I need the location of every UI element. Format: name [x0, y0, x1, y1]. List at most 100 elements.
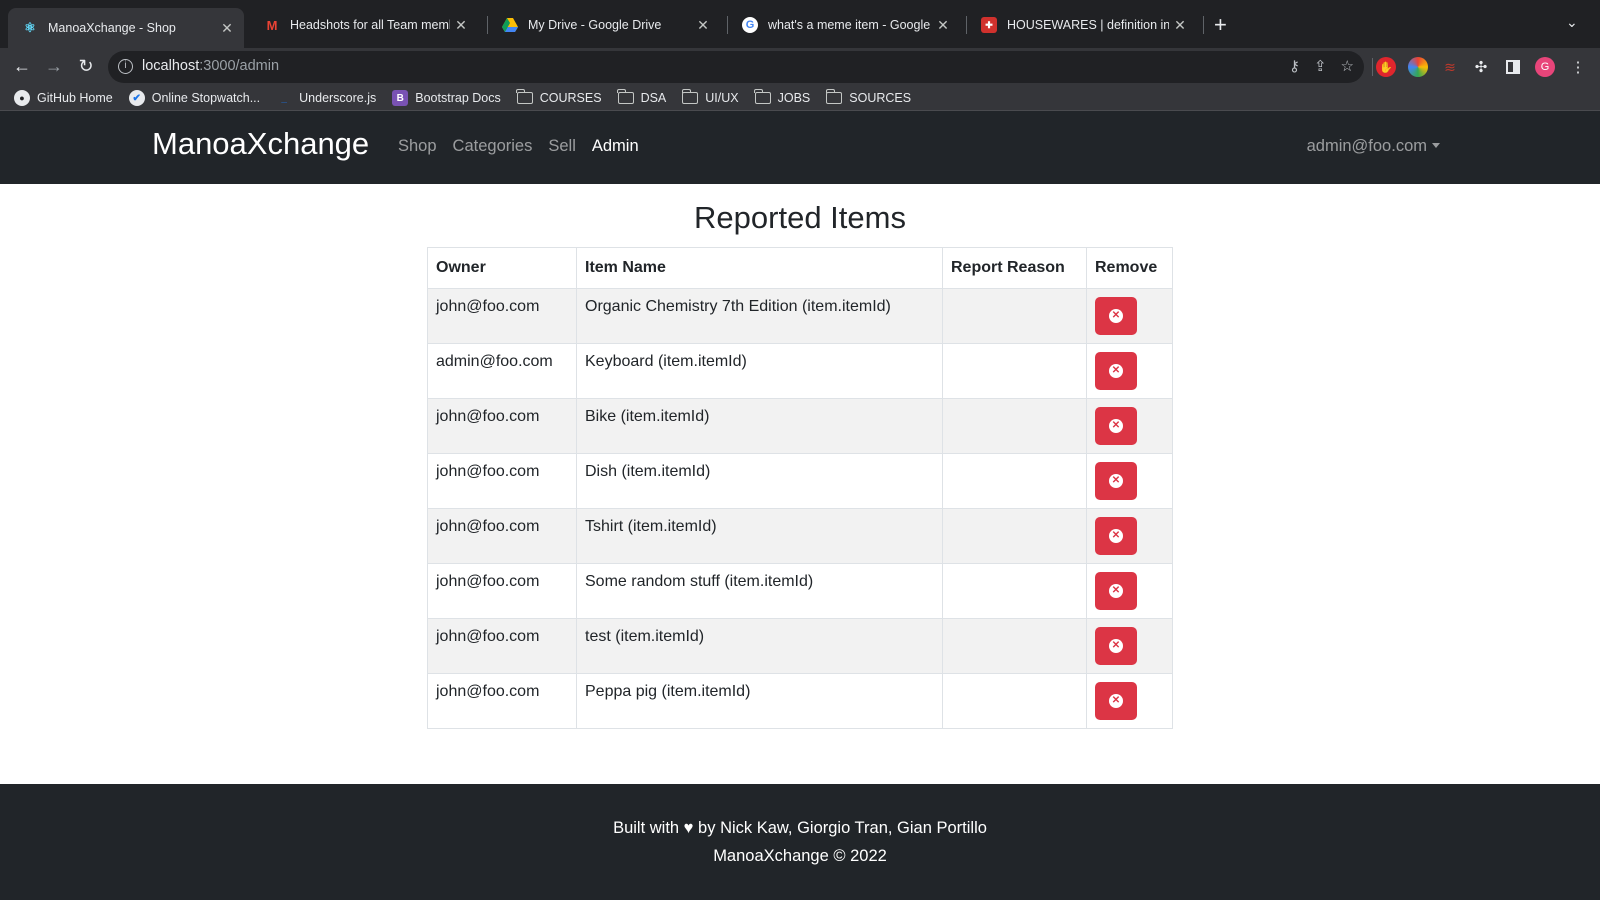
remove-item-button[interactable]: ✕ — [1095, 407, 1137, 445]
x-circle-icon: ✕ — [1109, 529, 1123, 543]
bookmark-folder-jobs[interactable]: JOBS — [754, 89, 811, 105]
bookmark-online-stopwatch[interactable]: ✔ Online Stopwatch... — [128, 90, 261, 106]
react-icon: ⚛ — [24, 20, 36, 35]
site-navbar: ManoaXchange Shop Categories Sell Admin … — [0, 111, 1600, 184]
bookmarks-bar: ● GitHub Home ✔ Online Stopwatch... _ Un… — [0, 86, 1600, 111]
bookmark-bootstrap-docs[interactable]: B Bootstrap Docs — [392, 90, 501, 106]
underscore-icon: _ — [281, 92, 287, 104]
table-row: john@foo.com Bike (item.itemId) ✕ — [427, 398, 1173, 454]
profile-avatar[interactable]: G — [1535, 57, 1555, 77]
brand-logo[interactable]: ManoaXchange — [152, 126, 369, 162]
owner-cell: john@foo.com — [427, 618, 577, 674]
browser-tab-0[interactable]: ⚛ ManoaXchange - Shop ✕ — [8, 8, 244, 48]
nav-link-categories[interactable]: Categories — [453, 137, 533, 156]
browser-toolbar: ← → ↻ i localhost:3000/admin ⚷ ⇪ ☆ ✋ ≋ ✣… — [0, 48, 1600, 86]
item-name-cell: Some random stuff (item.itemId) — [576, 563, 943, 619]
item-name-cell: Keyboard (item.itemId) — [576, 343, 943, 399]
pinned-extension-icon[interactable]: ≋ — [1440, 57, 1460, 77]
adblock-extension-icon[interactable]: ✋ — [1376, 57, 1396, 77]
back-arrow-icon[interactable]: ← — [11, 56, 33, 77]
browser-tab-3[interactable]: G what's a meme item - Google S ✕ — [728, 8, 960, 42]
caret-down-icon — [1432, 143, 1440, 148]
bookmark-star-icon[interactable]: ☆ — [1341, 57, 1354, 75]
user-email: admin@foo.com — [1306, 137, 1427, 155]
remove-cell: ✕ — [1086, 508, 1173, 564]
url-text[interactable]: localhost:3000/admin — [142, 58, 279, 74]
close-tab-icon[interactable]: ✕ — [1169, 17, 1191, 34]
nav-link-sell[interactable]: Sell — [548, 137, 576, 156]
forward-arrow-icon[interactable]: → — [43, 56, 65, 77]
bookmark-folder-dsa[interactable]: DSA — [617, 89, 667, 105]
reported-items-table: Owner Item Name Report Reason Remove joh… — [427, 247, 1173, 729]
bookmark-label: GitHub Home — [37, 91, 113, 105]
bookmark-label: JOBS — [777, 91, 811, 105]
extensions-puzzle-icon[interactable]: ✣ — [1471, 57, 1491, 77]
remove-item-button[interactable]: ✕ — [1095, 627, 1137, 665]
remove-item-button[interactable]: ✕ — [1095, 572, 1137, 610]
tab-title: ManoaXchange - Shop — [48, 21, 176, 35]
report-reason-cell — [942, 343, 1087, 399]
remove-item-button[interactable]: ✕ — [1095, 352, 1137, 390]
column-header-item-name: Item Name — [576, 247, 943, 289]
bookmark-label: Bootstrap Docs — [415, 91, 501, 105]
bookmark-folder-sources[interactable]: SOURCES — [825, 89, 912, 105]
remove-item-button[interactable]: ✕ — [1095, 517, 1137, 555]
bookmark-folder-courses[interactable]: COURSES — [516, 89, 602, 105]
x-circle-icon: ✕ — [1109, 419, 1123, 433]
folder-icon — [681, 89, 699, 104]
bookmark-label: COURSES — [539, 91, 602, 105]
bookmark-label: SOURCES — [849, 91, 912, 105]
tab-title: what's a meme item - Google S — [768, 18, 932, 32]
folder-icon — [754, 89, 771, 104]
bookmark-folder-uiux[interactable]: UI/UX — [681, 89, 739, 105]
bookmark-label: UI/UX — [705, 91, 739, 105]
x-circle-icon: ✕ — [1109, 364, 1123, 378]
remove-cell: ✕ — [1086, 343, 1173, 399]
owner-cell: john@foo.com — [427, 288, 577, 344]
column-header-report-reason: Report Reason — [942, 247, 1087, 289]
table-row: john@foo.com Tshirt (item.itemId) ✕ — [427, 508, 1173, 564]
site-info-icon[interactable]: i — [118, 59, 133, 74]
bookmark-underscore[interactable]: _ Underscore.js — [276, 90, 376, 106]
browser-tab-4[interactable]: ✚ HOUSEWARES | definition in th ✕ — [967, 8, 1197, 42]
nav-link-shop[interactable]: Shop — [398, 137, 437, 156]
kebab-menu-icon[interactable]: ⋮ — [1568, 57, 1588, 77]
remove-item-button[interactable]: ✕ — [1095, 297, 1137, 335]
report-reason-cell — [942, 673, 1087, 729]
table-row: john@foo.com Dish (item.itemId) ✕ — [427, 453, 1173, 509]
item-name-cell: Peppa pig (item.itemId) — [576, 673, 943, 729]
folder-icon — [516, 89, 533, 104]
browser-tab-1[interactable]: M Headshots for all Team membe ✕ — [250, 8, 478, 42]
remove-cell: ✕ — [1086, 563, 1173, 619]
nav-link-admin[interactable]: Admin — [592, 137, 639, 156]
remove-item-button[interactable]: ✕ — [1095, 682, 1137, 720]
share-icon[interactable]: ⇪ — [1314, 57, 1327, 75]
password-key-icon[interactable]: ⚷ — [1289, 57, 1300, 75]
bookmark-label: Online Stopwatch... — [151, 91, 261, 105]
folder-icon — [617, 89, 634, 104]
browser-tab-2[interactable]: My Drive - Google Drive ✕ — [488, 8, 720, 42]
tab-search-chevron-icon[interactable]: ⌄ — [1566, 14, 1578, 31]
new-tab-plus-icon[interactable]: + — [1214, 12, 1227, 38]
close-tab-icon[interactable]: ✕ — [450, 17, 472, 34]
bookmark-github-home[interactable]: ● GitHub Home — [14, 90, 113, 106]
site-footer: Built with ♥ by Nick Kaw, Giorgio Tran, … — [0, 784, 1600, 900]
gmail-icon: M — [266, 17, 278, 33]
remove-item-button[interactable]: ✕ — [1095, 462, 1137, 500]
table-row: john@foo.com Organic Chemistry 7th Editio… — [427, 288, 1173, 344]
user-dropdown[interactable]: admin@foo.com — [1307, 137, 1440, 156]
color-picker-extension-icon[interactable] — [1408, 57, 1428, 77]
tab-title: HOUSEWARES | definition in th — [1007, 18, 1169, 32]
bookmark-label: Underscore.js — [299, 91, 377, 105]
side-panel-icon[interactable] — [1503, 57, 1523, 77]
close-tab-icon[interactable]: ✕ — [932, 17, 954, 34]
x-circle-icon: ✕ — [1109, 584, 1123, 598]
table-row: john@foo.com test (item.itemId) ✕ — [427, 618, 1173, 674]
close-tab-icon[interactable]: ✕ — [692, 17, 714, 34]
bookmark-label: DSA — [640, 91, 667, 105]
table-row: john@foo.com Some random stuff (item.item… — [427, 563, 1173, 619]
column-header-remove: Remove — [1086, 247, 1173, 289]
close-tab-icon[interactable]: ✕ — [216, 20, 238, 37]
reload-icon[interactable]: ↻ — [75, 56, 97, 77]
address-bar[interactable]: i localhost:3000/admin ⚷ ⇪ ☆ — [108, 51, 1364, 83]
